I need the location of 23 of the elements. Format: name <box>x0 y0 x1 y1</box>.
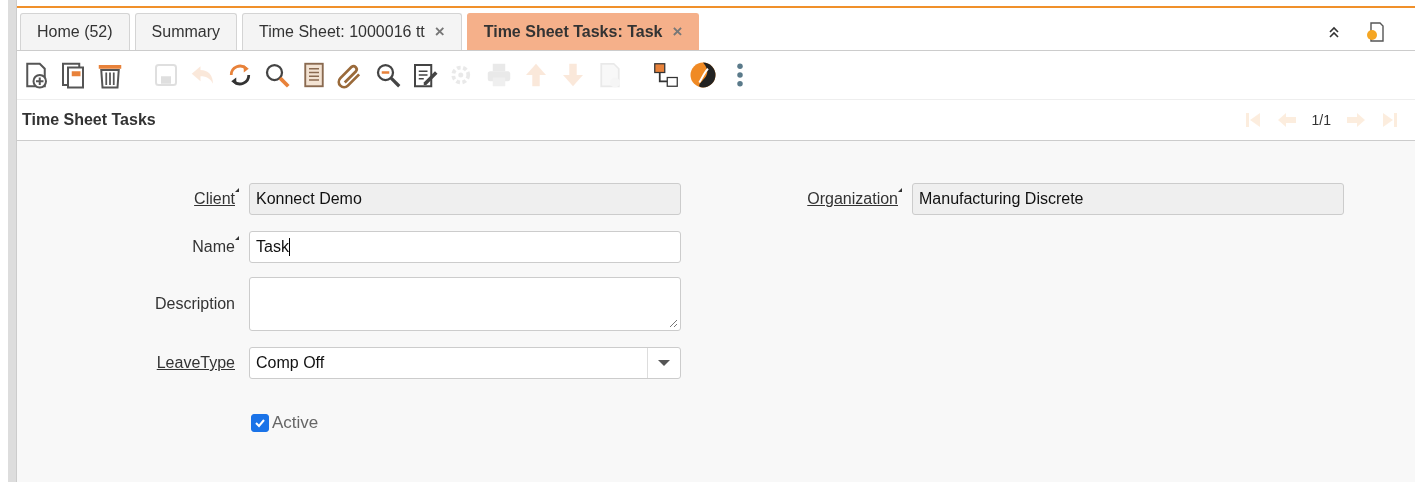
caret-icon[interactable] <box>658 359 670 367</box>
tab[interactable]: Time Sheet Tasks: Task × <box>466 13 700 50</box>
resize-grip-icon[interactable] <box>668 318 678 328</box>
panel-title: Time Sheet Tasks <box>22 111 156 129</box>
field-label[interactable]: LeaveType <box>156 354 235 372</box>
input-field[interactable]: Konnect Demo <box>249 183 681 215</box>
close-icon[interactable]: × <box>434 22 445 42</box>
collapse-icon[interactable] <box>1327 25 1341 39</box>
dropdown[interactable]: Comp Off <box>249 347 681 379</box>
tab[interactable]: Summary <box>134 13 238 50</box>
tab[interactable]: Time Sheet: 1000016 tt × <box>242 13 462 50</box>
input-field[interactable]: Task <box>249 231 681 263</box>
record-position: 1/1 <box>1311 112 1331 128</box>
input-field[interactable]: Manufacturing Discrete <box>912 183 1344 215</box>
field-label: Name <box>192 238 235 256</box>
field-label: Description <box>154 295 235 313</box>
checkbox[interactable] <box>251 414 269 432</box>
field-label[interactable]: Organization <box>807 190 898 208</box>
checkbox-label: Active <box>272 413 319 433</box>
workflow-icon[interactable] <box>651 60 681 90</box>
tab[interactable]: Home (52) <box>20 13 130 50</box>
logo-icon[interactable] <box>688 60 718 90</box>
field-label[interactable]: Client <box>194 190 235 208</box>
